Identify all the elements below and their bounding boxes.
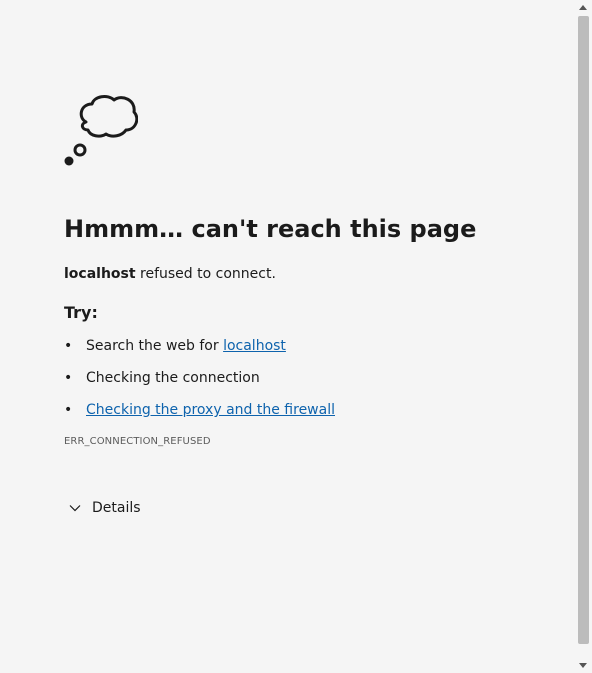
- bullet: •: [64, 402, 73, 418]
- details-label: Details: [92, 500, 141, 516]
- error-code: ERR_CONNECTION_REFUSED: [64, 436, 211, 447]
- error-message: localhost refused to connect.: [64, 264, 564, 284]
- error-content: Hmmm… can't reach this page localhost re…: [64, 92, 564, 516]
- details-toggle[interactable]: Details: [64, 500, 154, 516]
- bullet: •: [64, 338, 73, 354]
- vertical-scrollbar[interactable]: [576, 0, 592, 673]
- host-name: localhost: [64, 266, 136, 282]
- error-message-text: refused to connect.: [135, 266, 276, 282]
- chevron-down-icon: [69, 505, 81, 512]
- scrollbar-thumb[interactable]: [578, 16, 589, 644]
- error-page: Hmmm… can't reach this page localhost re…: [0, 0, 592, 673]
- search-localhost-link[interactable]: localhost: [223, 338, 286, 354]
- suggestion-search-web: • Search the web for localhost: [64, 336, 564, 356]
- suggestion-check-proxy: • Checking the proxy and the firewall: [64, 400, 564, 420]
- try-heading: Try:: [64, 303, 98, 322]
- page-title: Hmmm… can't reach this page: [64, 215, 477, 243]
- suggestion-text: Search the web for: [86, 338, 224, 354]
- proxy-firewall-link[interactable]: Checking the proxy and the firewall: [86, 402, 335, 418]
- suggestion-list: • Search the web for localhost • Checkin…: [64, 336, 564, 420]
- bullet: •: [64, 370, 73, 386]
- suggestion-text: Checking the connection: [86, 370, 260, 386]
- thought-bubble-icon: [64, 95, 138, 166]
- suggestion-check-connection: • Checking the connection: [64, 368, 564, 388]
- scroll-up-arrow-icon[interactable]: [579, 5, 587, 10]
- scroll-down-arrow-icon[interactable]: [579, 663, 587, 668]
